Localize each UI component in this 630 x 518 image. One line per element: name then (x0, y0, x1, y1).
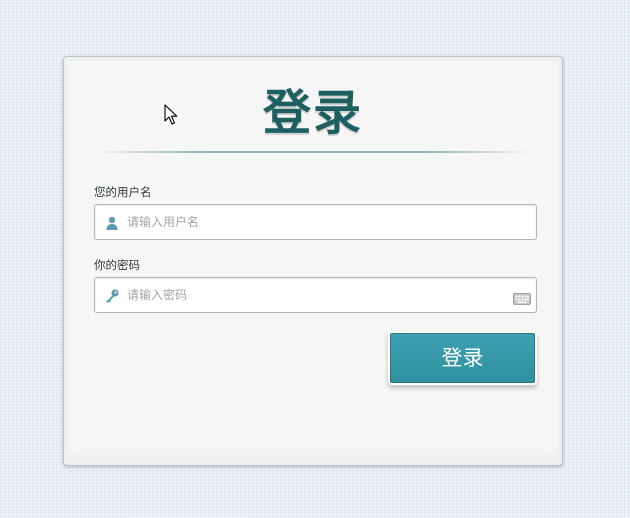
username-field[interactable] (94, 204, 537, 240)
user-icon (104, 215, 120, 231)
password-field[interactable] (94, 277, 537, 313)
username-label: 您的用户名 (94, 185, 152, 199)
password-input[interactable] (127, 278, 497, 312)
mouse-cursor-icon (164, 104, 178, 126)
page-title: 登录 (262, 85, 363, 141)
title-divider (94, 151, 532, 153)
login-button[interactable]: 登录 (390, 333, 535, 383)
username-input[interactable] (127, 205, 497, 239)
key-icon (104, 288, 120, 304)
login-panel: 登录 您的用户名 你的密码 (63, 56, 563, 466)
keyboard-icon[interactable] (513, 290, 531, 305)
password-label: 你的密码 (94, 258, 140, 272)
